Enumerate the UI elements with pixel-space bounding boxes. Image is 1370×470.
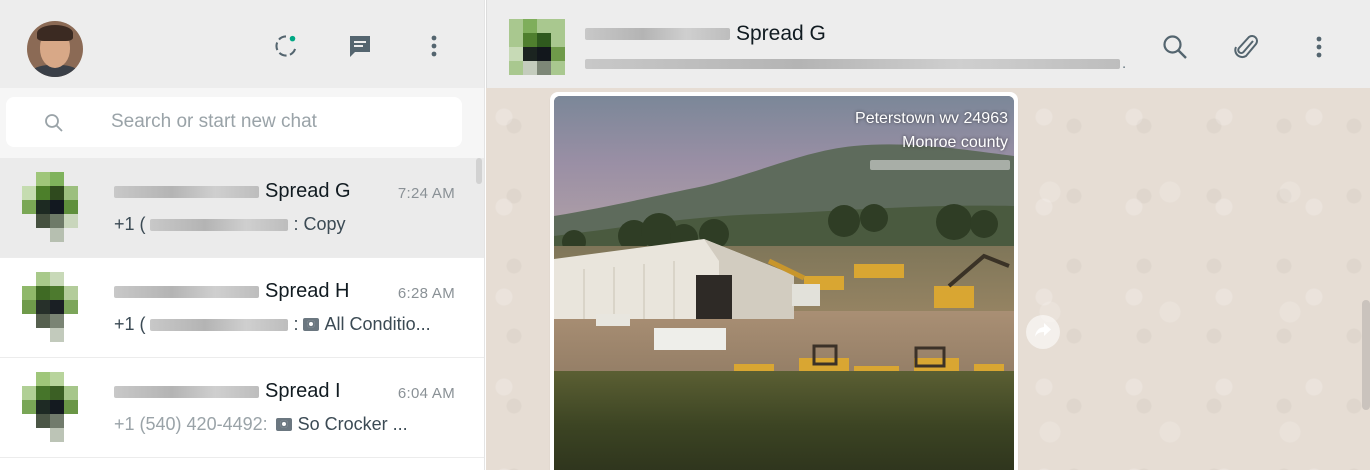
participants-ellipsis: . bbox=[1122, 55, 1127, 72]
chat-time: 7:24 AM bbox=[397, 185, 455, 202]
chat-message-text: So Crocker ... bbox=[297, 414, 408, 434]
conversation-scrollbar[interactable] bbox=[1362, 300, 1370, 410]
search-icon[interactable] bbox=[1162, 34, 1188, 60]
attach-icon[interactable] bbox=[1234, 34, 1260, 60]
redacted-text bbox=[149, 318, 288, 331]
chat-last-message: +1 ( : Copy bbox=[114, 214, 346, 235]
search-box[interactable] bbox=[6, 97, 462, 147]
chat-last-message: +1 (540) 420-4492: So Crocker ... bbox=[114, 414, 408, 435]
menu-icon[interactable] bbox=[421, 33, 447, 59]
chat-list-item[interactable]: Spread G 7:24 AM +1 ( : Copy bbox=[0, 158, 484, 258]
construction-site-photo[interactable]: Peterstown wv 24963 Monroe county bbox=[554, 96, 1014, 470]
search-bar bbox=[0, 88, 484, 158]
redacted-text bbox=[585, 58, 1120, 69]
colon: : bbox=[293, 314, 299, 334]
photo-grass bbox=[554, 371, 1014, 470]
chat-list: Spread G 7:24 AM +1 ( : Copy Spread H 6:… bbox=[0, 158, 484, 458]
chat-name: Spread G bbox=[114, 180, 351, 203]
redacted-text bbox=[585, 28, 730, 40]
new-chat-icon[interactable] bbox=[347, 33, 373, 59]
chat-avatar bbox=[22, 372, 92, 442]
chat-avatar bbox=[22, 272, 92, 342]
conversation-header-actions bbox=[1162, 34, 1332, 60]
chat-message-prefix: +1 (540) 420-4492: bbox=[114, 414, 268, 434]
conversation-title-text: Spread G bbox=[736, 22, 826, 45]
sidebar-scrollbar[interactable] bbox=[476, 158, 482, 184]
chat-name-text: Spread I bbox=[265, 380, 341, 402]
search-input[interactable] bbox=[111, 107, 441, 137]
image-message-bubble[interactable]: Peterstown wv 24963 Monroe county bbox=[550, 92, 1018, 470]
redacted-text bbox=[114, 285, 259, 298]
chat-name-text: Spread G bbox=[265, 180, 351, 202]
chat-name: Spread H bbox=[114, 280, 350, 303]
chat-time: 6:04 AM bbox=[397, 385, 455, 402]
redacted-text bbox=[870, 160, 1010, 170]
camera-icon bbox=[302, 318, 319, 331]
sidebar-header-actions bbox=[273, 33, 447, 59]
chat-message-text: : Copy bbox=[293, 214, 346, 234]
chat-avatar bbox=[22, 172, 92, 242]
camera-icon bbox=[275, 418, 292, 431]
conversation-header[interactable]: Spread G . bbox=[486, 0, 1370, 88]
avatar-hair bbox=[37, 25, 73, 41]
sidebar: Spread G 7:24 AM +1 ( : Copy bbox=[0, 0, 485, 470]
chat-message-prefix: +1 ( bbox=[114, 314, 146, 334]
sidebar-header bbox=[0, 0, 484, 88]
menu-icon[interactable] bbox=[1306, 34, 1332, 60]
chat-time: 6:28 AM bbox=[397, 285, 455, 302]
my-avatar[interactable] bbox=[27, 21, 83, 77]
photo-location-stamp: Peterstown wv 24963 bbox=[855, 110, 1008, 127]
chat-name: Spread I bbox=[114, 380, 341, 403]
redacted-text bbox=[114, 385, 259, 398]
chat-message-prefix: +1 ( bbox=[114, 214, 146, 234]
chat-last-message: +1 ( : All Conditio... bbox=[114, 314, 431, 335]
conversation-title: Spread G bbox=[585, 22, 826, 46]
conversation-avatar[interactable] bbox=[509, 19, 565, 75]
forward-message-button[interactable] bbox=[1026, 315, 1060, 349]
whatsapp-window: Spread G 7:24 AM +1 ( : Copy bbox=[0, 0, 1370, 470]
redacted-text bbox=[114, 185, 259, 198]
chat-list-item[interactable]: Spread H 6:28 AM +1 ( : All Conditio... bbox=[0, 258, 484, 358]
photo-county-stamp: Monroe county bbox=[902, 134, 1008, 151]
forward-icon bbox=[1034, 322, 1052, 343]
conversation-panel: Spread G . Peterstown wv 24963 Monroe co… bbox=[486, 0, 1370, 470]
status-icon[interactable] bbox=[273, 33, 299, 59]
chat-name-text: Spread H bbox=[265, 280, 350, 302]
search-icon bbox=[44, 113, 64, 138]
redacted-text bbox=[149, 218, 288, 231]
chat-list-item[interactable]: Spread I 6:04 AM +1 (540) 420-4492: So C… bbox=[0, 358, 484, 458]
conversation-participants: . bbox=[585, 55, 1126, 72]
chat-message-text: All Conditio... bbox=[324, 314, 431, 334]
